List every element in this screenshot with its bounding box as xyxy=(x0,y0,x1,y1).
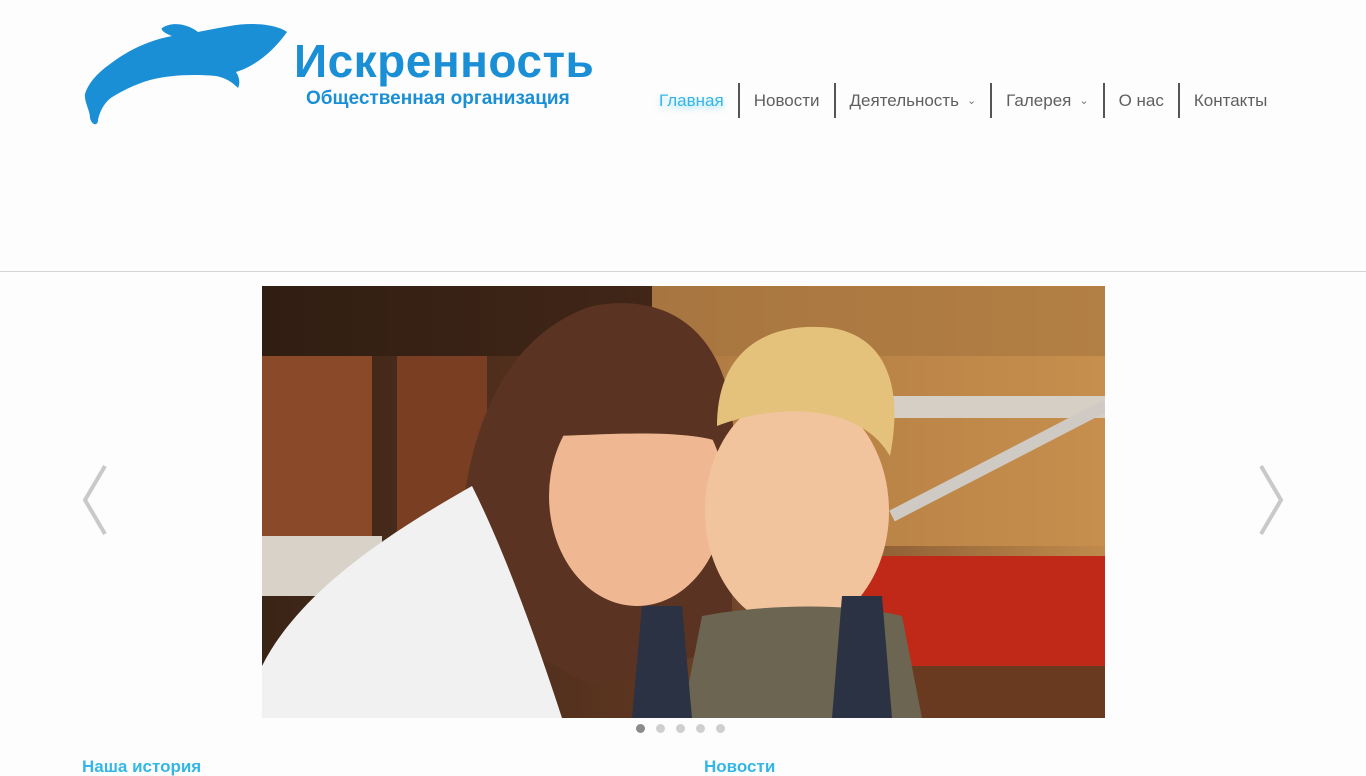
header-divider xyxy=(0,271,1366,272)
site-logo[interactable]: Искренность Общественная организация xyxy=(80,20,600,130)
slide-photo xyxy=(262,286,1105,718)
nav-item-label: Галерея xyxy=(1006,90,1072,110)
nav-item-activity[interactable]: Деятельность ⌄ xyxy=(836,83,993,118)
nav-item-label: Деятельность xyxy=(849,90,959,110)
slider-dots xyxy=(636,724,725,733)
chevron-down-icon[interactable]: ⌄ xyxy=(1079,94,1088,107)
slider-dot[interactable] xyxy=(636,724,645,733)
slider-dot[interactable] xyxy=(696,724,705,733)
nav-item-home[interactable]: Главная xyxy=(645,83,740,118)
section-heading-news[interactable]: Новости xyxy=(704,758,775,775)
slider-dot[interactable] xyxy=(656,724,665,733)
nav-item-news[interactable]: Новости xyxy=(740,83,836,118)
slider-dot[interactable] xyxy=(676,724,685,733)
slider-prev-button[interactable] xyxy=(80,462,110,538)
nav-item-gallery[interactable]: Галерея ⌄ xyxy=(992,83,1105,118)
nav-item-label: Главная xyxy=(659,90,724,110)
slider-dot[interactable] xyxy=(716,724,725,733)
site-subtitle: Общественная организация xyxy=(306,88,570,109)
section-heading-history[interactable]: Наша история xyxy=(82,758,201,775)
dolphin-icon xyxy=(84,24,287,125)
nav-item-about[interactable]: О нас xyxy=(1105,83,1180,118)
nav-item-label: О нас xyxy=(1118,90,1164,110)
nav-item-label: Контакты xyxy=(1193,90,1268,110)
chevron-right-icon xyxy=(1259,464,1284,536)
slider-next-button[interactable] xyxy=(1256,462,1286,538)
nav-item-label: Новости xyxy=(753,90,820,110)
main-nav: Главная Новости Деятельность ⌄ Галерея ⌄… xyxy=(645,83,1281,118)
chevron-left-icon xyxy=(82,464,107,536)
chevron-down-icon[interactable]: ⌄ xyxy=(967,94,976,107)
nav-item-contacts[interactable]: Контакты xyxy=(1180,83,1281,118)
site-title: Искренность xyxy=(294,35,595,87)
hero-slider-image[interactable] xyxy=(262,286,1105,718)
